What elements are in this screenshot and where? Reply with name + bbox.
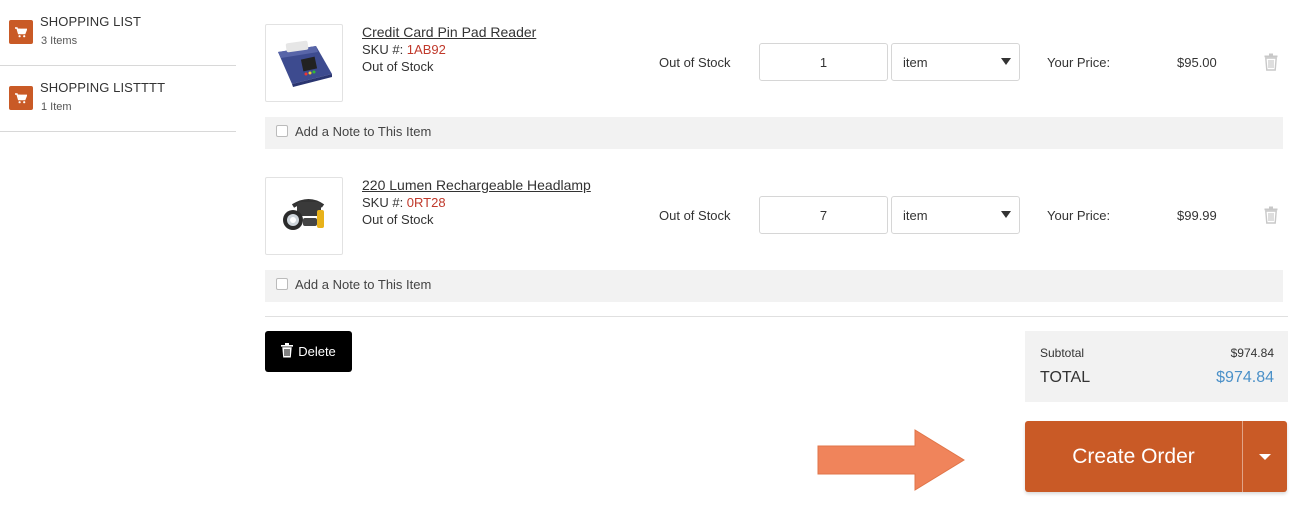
list-name: SHOPPING LIST <box>40 14 141 29</box>
cart-item-row: 220 Lumen Rechargeable Headlamp SKU #: 0… <box>265 177 1283 257</box>
chevron-down-icon <box>1001 58 1011 65</box>
delete-button[interactable]: Delete <box>265 331 352 372</box>
item-price: $95.00 <box>1177 55 1217 70</box>
order-totals: Subtotal $974.84 TOTAL $974.84 <box>1025 331 1288 402</box>
stock-status: Out of Stock <box>362 59 434 74</box>
sku-value: 1AB92 <box>406 42 446 57</box>
list-name: SHOPPING LISTTTT <box>40 80 166 95</box>
subtotal-label: Subtotal <box>1040 346 1085 360</box>
shopping-list-entry[interactable]: SHOPPING LIST 3 Items <box>0 0 236 66</box>
add-note-label[interactable]: Add a Note to This Item <box>295 277 431 292</box>
add-note-row: Add a Note to This Item <box>265 270 1283 302</box>
delete-button-label: Delete <box>298 344 336 359</box>
sku-label: SKU #: <box>362 195 407 210</box>
unit-select[interactable]: item <box>891 43 1020 81</box>
sku-value: 0RT28 <box>406 195 446 210</box>
cart-icon <box>9 20 33 44</box>
chevron-down-icon <box>1001 211 1011 218</box>
cart-item-row: Credit Card Pin Pad Reader SKU #: 1AB92 … <box>265 24 1283 104</box>
quantity-input[interactable] <box>759 196 888 234</box>
product-image[interactable] <box>265 24 343 102</box>
quantity-input[interactable] <box>759 43 888 81</box>
item-price: $99.99 <box>1177 208 1217 223</box>
create-order-button[interactable]: Create Order <box>1025 421 1242 492</box>
add-note-row: Add a Note to This Item <box>265 117 1283 149</box>
stock-status: Out of Stock <box>362 212 434 227</box>
price-label: Your Price: <box>1047 55 1111 70</box>
product-sku: SKU #: 1AB92 <box>362 42 446 57</box>
trash-icon[interactable] <box>1264 206 1278 224</box>
product-title-link[interactable]: Credit Card Pin Pad Reader <box>362 24 536 40</box>
unit-selected-value: item <box>903 55 928 70</box>
product-sku: SKU #: 0RT28 <box>362 195 446 210</box>
add-note-checkbox[interactable] <box>276 125 288 137</box>
add-note-label[interactable]: Add a Note to This Item <box>295 124 431 139</box>
unit-select[interactable]: item <box>891 196 1020 234</box>
shopping-list-entry[interactable]: SHOPPING LISTTTT 1 Item <box>0 66 236 132</box>
subtotal-value: $974.84 <box>1230 346 1274 360</box>
shopping-lists-sidebar: SHOPPING LIST 3 Items SHOPPING LISTTTT 1… <box>0 0 236 132</box>
unit-selected-value: item <box>903 208 928 223</box>
add-note-checkbox[interactable] <box>276 278 288 290</box>
product-title-link[interactable]: 220 Lumen Rechargeable Headlamp <box>362 177 591 193</box>
list-item-count: 1 Item <box>41 101 72 113</box>
create-order-dropdown-toggle[interactable] <box>1243 421 1287 492</box>
stock-availability: Out of Stock <box>659 55 731 70</box>
trash-icon[interactable] <box>1264 53 1278 71</box>
stock-availability: Out of Stock <box>659 208 731 223</box>
cart-icon <box>9 86 33 110</box>
product-image[interactable] <box>265 177 343 255</box>
sku-label: SKU #: <box>362 42 407 57</box>
trash-icon <box>281 342 294 361</box>
list-item-count: 3 Items <box>41 35 78 47</box>
total-value: $974.84 <box>1216 369 1274 386</box>
chevron-down-icon <box>1259 454 1271 460</box>
total-label: TOTAL <box>1040 369 1091 386</box>
create-order-split-button: Create Order <box>1025 421 1287 492</box>
price-label: Your Price: <box>1047 208 1111 223</box>
arrow-right-icon <box>817 429 965 491</box>
section-divider <box>265 316 1288 317</box>
